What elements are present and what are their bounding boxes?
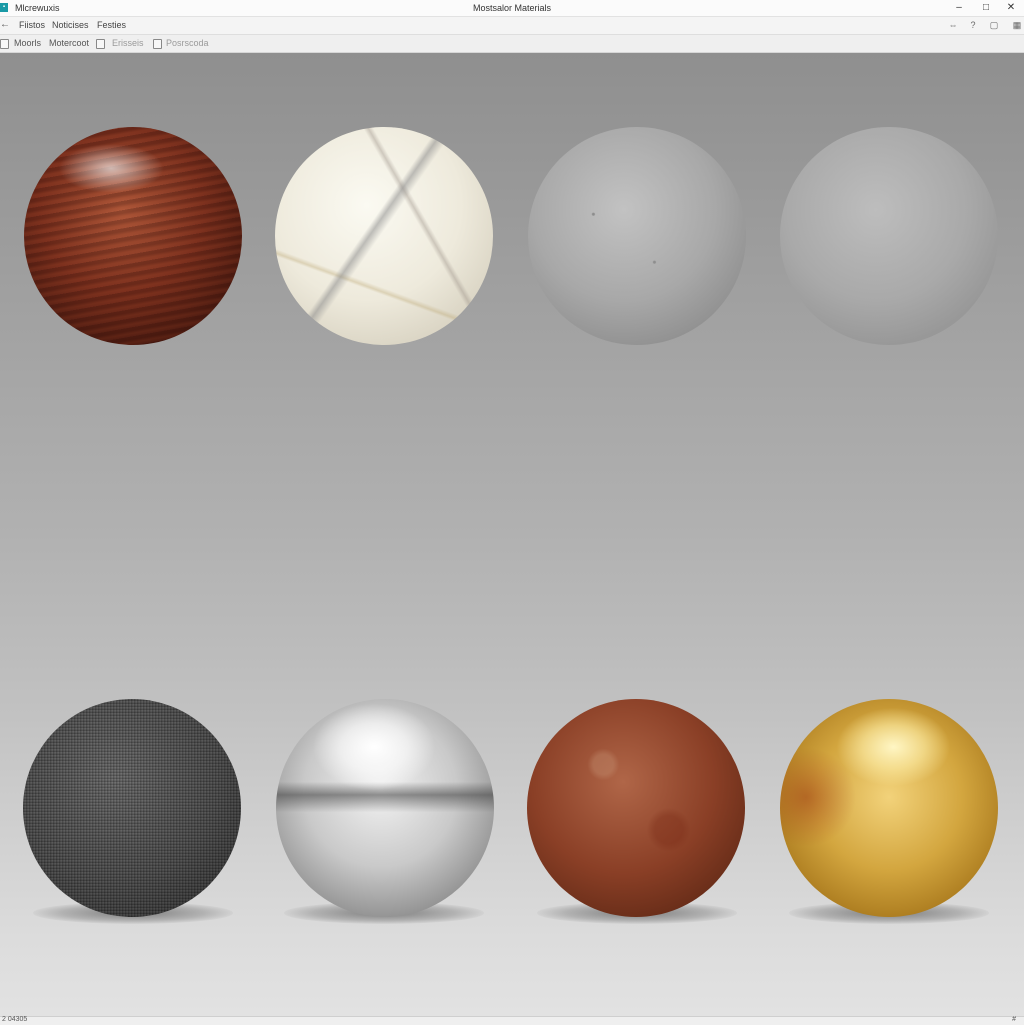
material-sphere-fabric[interactable] xyxy=(23,699,241,917)
toolbar-item-motercoot[interactable]: Motercoot xyxy=(49,38,89,48)
menu-item-fiistos[interactable]: Fiistos xyxy=(19,20,45,30)
minimize-button[interactable]: – xyxy=(946,1,972,15)
window-title: Mostsalor Materials xyxy=(472,3,552,13)
material-sphere-wood[interactable] xyxy=(24,127,242,345)
material-sphere-marble[interactable] xyxy=(275,127,493,345)
close-button[interactable]: ✕ xyxy=(998,1,1024,15)
toolbar-item-posrscoda[interactable]: Posrscoda xyxy=(166,38,209,48)
grid-icon[interactable]: ▦ xyxy=(1010,19,1024,31)
material-sphere-plaster[interactable] xyxy=(780,127,998,345)
toolbar-item-erisseis[interactable]: Erisseis xyxy=(112,38,144,48)
material-sphere-concrete[interactable] xyxy=(528,127,746,345)
toolbar: Moorls Motercoot Erisseis Posrscoda xyxy=(0,35,1024,53)
menu-bar: ← Fiistos Noticises Festies ⇔ ? ▢ ▦ xyxy=(0,17,1024,35)
link-icon[interactable]: ⇔ xyxy=(946,19,960,31)
page-icon xyxy=(0,39,9,49)
material-sphere-gold[interactable] xyxy=(780,699,998,917)
material-sphere-chrome[interactable] xyxy=(276,699,494,917)
back-arrow-icon[interactable]: ← xyxy=(0,19,10,30)
status-text: 2 04305 xyxy=(2,1016,28,1023)
material-sphere-rusted-metal[interactable] xyxy=(527,699,745,917)
toolbar-item-moorls[interactable]: Moorls xyxy=(14,38,41,48)
status-hash-icon: # xyxy=(1012,1016,1016,1023)
menu-item-festies[interactable]: Festies xyxy=(97,20,126,30)
maximize-button[interactable]: □ xyxy=(973,1,999,15)
title-bar: ▪ Mlcrewuxis Mostsalor Materials – □ ✕ xyxy=(0,0,1024,17)
menu-item-noticises[interactable]: Noticises xyxy=(52,20,89,30)
file-icon xyxy=(153,39,162,49)
window-icon[interactable]: ▢ xyxy=(987,19,1001,31)
material-viewport[interactable] xyxy=(0,53,1024,1016)
document-icon xyxy=(96,39,105,49)
help-icon[interactable]: ? xyxy=(966,19,980,31)
